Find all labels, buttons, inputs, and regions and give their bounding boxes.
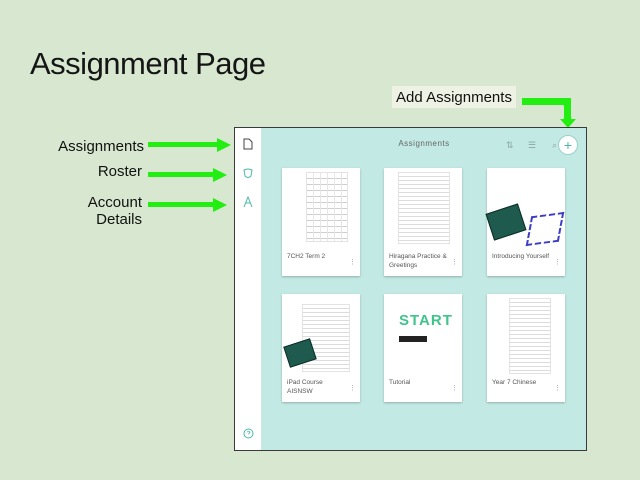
card-start-bar [399, 336, 427, 342]
card-graphic [525, 211, 565, 247]
account-arrow-head [213, 198, 227, 212]
search-icon[interactable]: ⌕ [552, 140, 557, 151]
list-icon[interactable]: ☰ [528, 140, 536, 151]
kebab-menu-icon[interactable]: ⋮ [554, 258, 561, 266]
card-label: iPad Course AISNSW [287, 379, 323, 395]
assignment-card[interactable]: 7CH2 Term 2 ⋮ [282, 168, 360, 276]
account-details-callout: Account Details [87, 194, 142, 228]
kebab-menu-icon[interactable]: ⋮ [349, 258, 356, 266]
card-thumbnail [398, 172, 450, 244]
kebab-menu-icon[interactable]: ⋮ [554, 384, 561, 392]
account-arrow [148, 202, 214, 207]
assignment-card[interactable]: Hiragana Practice & Greetings ⋮ [384, 168, 462, 276]
add-arrow-vertical [564, 98, 571, 120]
card-label: 7CH2 Term 2 [287, 253, 326, 260]
assignment-card[interactable]: iPad Course AISNSW ⋮ [282, 294, 360, 402]
assignment-card[interactable]: Introducing Yourself ⋮ [485, 168, 565, 276]
card-thumbnail [306, 172, 348, 242]
card-thumbnail [509, 298, 551, 374]
card-photo [485, 203, 527, 241]
kebab-menu-icon[interactable]: ⋮ [451, 384, 458, 392]
card-label: Tutorial [389, 379, 411, 386]
kebab-menu-icon[interactable]: ⋮ [451, 258, 458, 266]
assignments-arrow-head [217, 138, 231, 152]
account-icon[interactable] [241, 195, 255, 210]
sort-icon[interactable]: ⇅ [506, 140, 514, 151]
assignments-arrow [148, 142, 218, 147]
card-label: Hiragana Practice & Greetings [389, 253, 447, 269]
kebab-menu-icon[interactable]: ⋮ [349, 384, 356, 392]
assignments-callout: Assignments [58, 138, 144, 155]
document-icon[interactable] [241, 138, 255, 152]
assignment-card[interactable]: START Tutorial ⋮ [384, 294, 462, 402]
card-label: Year 7 Chinese [492, 379, 537, 386]
roster-arrow [148, 172, 214, 177]
assignment-card[interactable]: Year 7 Chinese ⋮ [487, 294, 565, 402]
roster-arrow-head [213, 168, 227, 182]
add-assignment-button[interactable]: + [558, 135, 578, 155]
roster-icon[interactable] [241, 168, 255, 182]
roster-callout: Roster [97, 163, 142, 180]
app-screen: Assignments ⇅ ☰ ⌕ + 7CH2 Term 2 ⋮ Hiraga… [234, 127, 587, 451]
add-assignments-callout: Add Assignments [392, 86, 516, 108]
header-title: Assignments [398, 139, 450, 148]
plus-icon: + [563, 137, 573, 153]
slide-title: Assignment Page [30, 46, 266, 81]
add-arrow-horizontal [522, 98, 570, 105]
top-bar: Assignments ⇅ ☰ ⌕ [262, 128, 586, 162]
card-start-text: START [399, 312, 453, 329]
card-label: Introducing Yourself [492, 253, 550, 260]
sidebar [235, 128, 262, 450]
help-icon[interactable] [241, 428, 255, 442]
